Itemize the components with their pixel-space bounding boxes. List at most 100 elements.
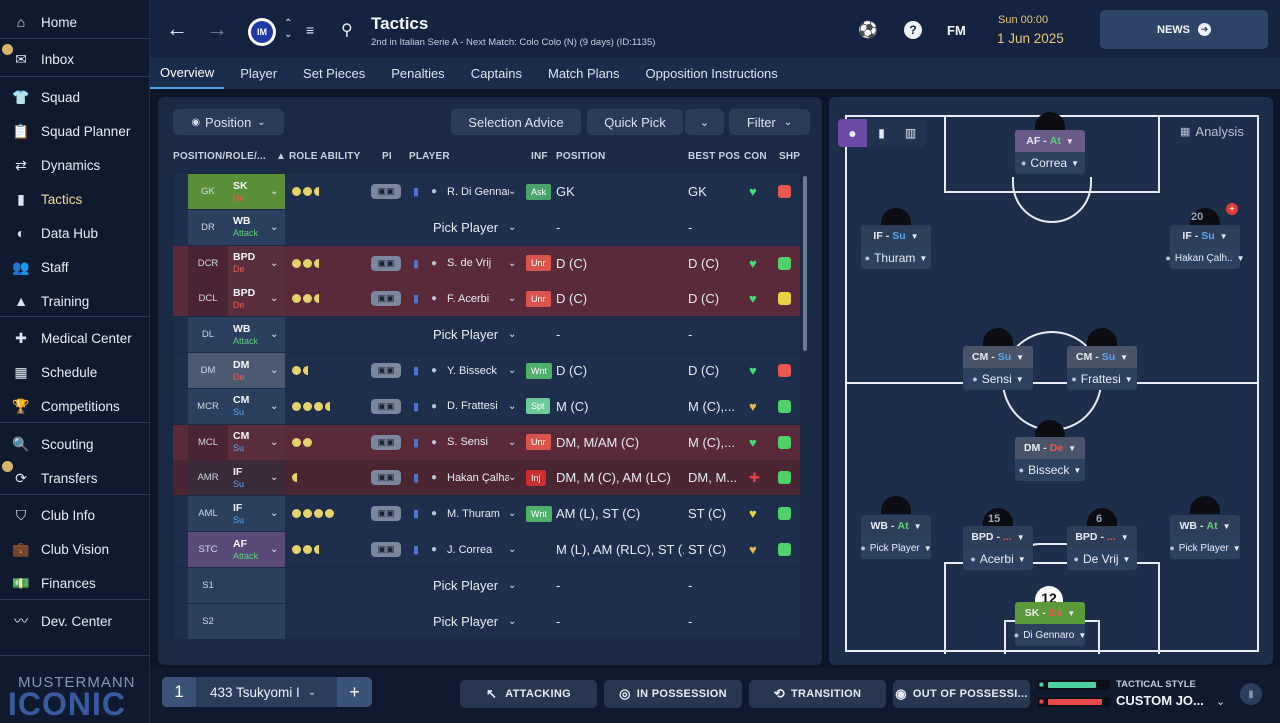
col-role-ability[interactable]: ROLE ABILITY <box>289 151 360 162</box>
pick-player-dropdown[interactable]: Pick Player <box>433 317 505 352</box>
pi-button[interactable]: ▣▣ <box>371 425 401 460</box>
pi-button[interactable]: ▣▣ <box>371 281 401 316</box>
player-name[interactable]: D. Frattesi <box>447 389 509 424</box>
chevron-down-icon[interactable]: ⌄ <box>508 317 516 352</box>
sidebar-item-competitions[interactable]: 🏆 Competitions <box>0 389 150 423</box>
chevron-down-icon[interactable]: ⌄ <box>508 246 516 281</box>
pitch-player-name[interactable]: ● Hakan Çalh.. ▼ <box>1165 247 1245 269</box>
tab-opposition-instructions[interactable]: Opposition Instructions <box>636 57 788 89</box>
table-row[interactable]: S2 Pick Player ⌄ - - <box>173 603 800 639</box>
pitch-player-name[interactable]: ● Thuram ▼ <box>861 247 931 269</box>
sort-up-icon[interactable]: ▲ <box>276 151 286 162</box>
col-inf[interactable]: INF <box>531 151 548 162</box>
tactic-slot-number[interactable]: 1 <box>162 677 196 707</box>
sidebar-item-club-info[interactable]: ⛉ Club Info <box>0 498 150 532</box>
pick-player-dropdown[interactable]: Pick Player <box>433 604 505 639</box>
pitch-role-duty[interactable]: IF - Su ▼ <box>861 225 931 247</box>
chevron-down-icon[interactable]: ⌄ <box>270 317 278 352</box>
table-row[interactable]: STC AF Attack ⌄ ▣▣ ▮ ● J. Correa ⌄ M (L), AM (RLC… <box>173 532 800 567</box>
pitch-player-card[interactable]: BPD -... ▼ ● De Vrij ▼ <box>1067 526 1137 572</box>
col-position-role[interactable]: POSITION/ROLE/... <box>173 151 266 162</box>
tab-player[interactable]: Player <box>230 57 287 89</box>
chevron-down-icon[interactable]: ⌄ <box>508 210 516 245</box>
pi-button[interactable]: ▣▣ <box>371 246 401 281</box>
table-scrollbar[interactable] <box>803 176 807 351</box>
chevron-down-icon[interactable]: ⌄ <box>270 246 278 281</box>
player-name[interactable]: S. Sensi <box>447 425 509 460</box>
tactic-name[interactable]: 433 Tsukyomi I <box>210 685 300 700</box>
sidebar-item-finances[interactable]: 💵 Finances <box>0 566 150 600</box>
chevron-down-icon[interactable]: ⌄ <box>508 281 516 316</box>
pitch-player-name[interactable]: ● Di Gennaro ▼ <box>1014 624 1086 646</box>
player-name[interactable]: Y. Bisseck <box>447 353 509 388</box>
pitch-player-card[interactable]: WB - At ▼ ● Pick Player ▼ <box>1169 515 1241 561</box>
pitch-role-duty[interactable]: IF - Su ▼ <box>1170 225 1240 247</box>
sidebar-item-training[interactable]: ▲ Training <box>0 284 150 318</box>
pi-button[interactable]: ▣▣ <box>371 353 401 388</box>
add-tactic-button[interactable]: + <box>337 677 372 707</box>
player-name[interactable]: M. Thuram <box>447 496 509 531</box>
pitch-role-duty[interactable]: DM - De ▼ <box>1015 437 1085 459</box>
pitch-player-name[interactable]: ● Frattesi ▼ <box>1067 368 1137 390</box>
pitch-player-card[interactable]: AF - At ▼ ● Correa ▼ <box>1015 130 1085 176</box>
tab-penalties[interactable]: Penalties <box>381 57 454 89</box>
pitch-role-duty[interactable]: BPD -... ▼ <box>1067 526 1137 548</box>
date-label[interactable]: 1 Jun 2025 <box>997 31 1064 46</box>
pitch-view-toggle[interactable]: ● ▮ ▥ <box>838 119 926 147</box>
table-row[interactable]: DM DM De ⌄ ▣▣ ▮ ● Y. Bisseck ⌄ Wnt D (C) D (C) ♥ <box>173 353 800 388</box>
pitch-player-card[interactable]: WB - At ▼ ● Pick Player ▼ <box>860 515 932 561</box>
player-name[interactable]: F. Acerbi <box>447 281 509 316</box>
quick-pick-button[interactable]: Quick Pick <box>587 109 683 135</box>
position-view-dropdown[interactable]: ◉ Position ⌄ <box>173 109 284 135</box>
chevron-down-icon[interactable]: ⌄ <box>508 568 516 603</box>
analysis-button[interactable]: ▦ Analysis <box>1180 124 1244 139</box>
in-possession-button[interactable]: ◎ IN POSSESSION <box>604 680 742 708</box>
sidebar-item-squad-planner[interactable]: 📋 Squad Planner <box>0 114 150 148</box>
sidebar-item-inbox[interactable]: ✉ Inbox <box>0 42 150 76</box>
pitch-player-card[interactable]: CM - Su ▼ ● Sensi ▼ <box>963 346 1033 392</box>
forward-arrow-icon[interactable]: → <box>206 16 228 42</box>
news-button[interactable]: NEWS ➜ <box>1100 10 1268 49</box>
tab-match-plans[interactable]: Match Plans <box>538 57 630 89</box>
chevron-down-icon[interactable]: ⌄ <box>270 210 278 245</box>
table-row[interactable]: MCL CM Su ⌄ ▣▣ ▮ ● S. Sensi ⌄ Unr DM, M/AM (C) M (C… <box>173 424 800 460</box>
pitch-player-card[interactable]: SK - De ▼ ● Di Gennaro ▼ <box>1014 602 1086 648</box>
sidebar-item-tactics[interactable]: ▮ Tactics <box>0 182 150 216</box>
sidebar-item-schedule[interactable]: ▦ Schedule <box>0 355 150 389</box>
pitch-role-duty[interactable]: WB - At ▼ <box>1170 515 1240 537</box>
pick-player-dropdown[interactable]: Pick Player <box>433 568 505 603</box>
pi-button[interactable]: ▣▣ <box>371 532 401 567</box>
pitch-player-name[interactable]: ● De Vrij ▼ <box>1067 548 1137 570</box>
chevron-down-icon[interactable]: ⌄ <box>270 389 278 424</box>
pitch-role-duty[interactable]: CM - Su ▼ <box>1067 346 1137 368</box>
pitch-role-duty[interactable]: BPD -... ▼ <box>963 526 1033 548</box>
chevron-down-icon[interactable]: ⌄ <box>508 353 516 388</box>
pitch-role-duty[interactable]: AF - At ▼ <box>1015 130 1085 152</box>
pitch-player-name[interactable]: ● Sensi ▼ <box>963 368 1033 390</box>
pitch-player-card[interactable]: IF - Su ▼ ● Thuram ▼ <box>861 225 931 271</box>
pitch-player-card[interactable]: BPD -... ▼ ● Acerbi ▼ <box>963 526 1033 572</box>
col-player[interactable]: PLAYER <box>409 151 450 162</box>
help-icon[interactable]: ? <box>904 21 922 39</box>
player-name[interactable]: J. Correa <box>447 532 509 567</box>
filter-dropdown[interactable]: Filter ⌄ <box>729 109 810 135</box>
table-row[interactable]: MCR CM Su ⌄ ▣▣ ▮ ● D. Frattesi ⌄ Spt M (C) M (C),..… <box>173 388 800 424</box>
bar-chart-icon[interactable]: ▮ <box>867 119 896 147</box>
tab-captains[interactable]: Captains <box>461 57 532 89</box>
time-label[interactable]: Sun 00:00 <box>998 14 1048 26</box>
club-switch-icon[interactable]: ⌃ ⌄ <box>284 18 292 40</box>
back-arrow-icon[interactable]: ← <box>166 16 188 42</box>
player-name[interactable]: Hakan Çalhan.. <box>447 460 509 495</box>
chevron-down-icon[interactable]: ⌄ <box>270 460 278 495</box>
chevron-down-icon[interactable]: ⌄ <box>270 425 278 460</box>
attacking-button[interactable]: ↖ ATTACKING <box>460 680 597 708</box>
club-crest-icon[interactable]: IM <box>248 18 276 46</box>
tactic-analysis-icon[interactable]: ▮ <box>1240 683 1262 705</box>
pitch-player-name[interactable]: ● Bisseck ▼ <box>1015 459 1085 481</box>
player-name[interactable]: R. Di Gennaro <box>447 174 509 209</box>
tab-overview[interactable]: Overview <box>150 57 225 89</box>
table-row[interactable]: GKSKDe⌄▣▣▮●R. Di Gennaro⌄AskGKGK♥ <box>173 174 800 209</box>
table-row[interactable]: AML IF Su ⌄ ▣▣ ▮ ● M. Thuram ⌄ Wnt AM (L), ST (C) S… <box>173 496 800 532</box>
pick-player-dropdown[interactable]: Pick Player <box>433 210 505 245</box>
chevron-down-icon[interactable]: ⌄ <box>508 174 516 209</box>
